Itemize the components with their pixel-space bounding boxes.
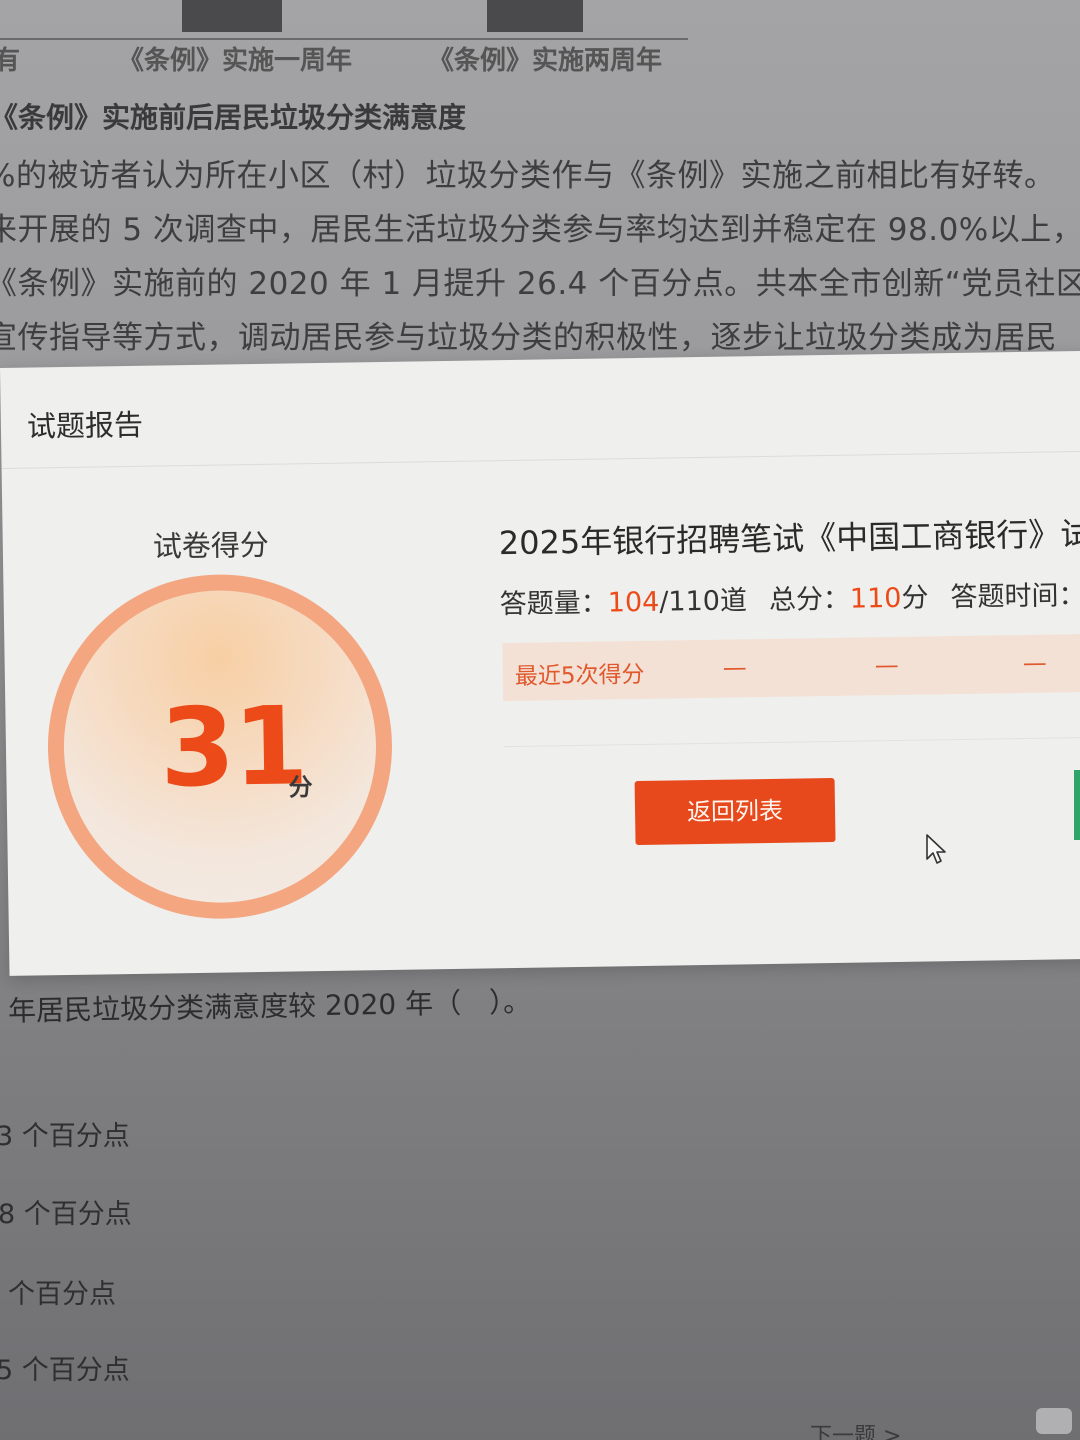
- recent-score-item: —: [874, 650, 899, 680]
- return-to-list-button[interactable]: 返回列表: [634, 777, 836, 846]
- answer-option[interactable]: 3 个百分点: [0, 1114, 130, 1153]
- answer-option[interactable]: 个百分点: [8, 1272, 116, 1311]
- exam-title: 2025年银行招聘笔试《中国工商银行》试题: [498, 514, 1080, 563]
- watermark-logo: [1036, 1408, 1072, 1434]
- score-value: 31: [159, 684, 308, 812]
- paragraph-line: 来开展的 5 次调查中，居民生活垃圾分类参与率均达到并稳定在 98.0%以上，: [0, 212, 1080, 248]
- total-score-label: 总分：: [768, 583, 851, 616]
- chart-bar: [487, 0, 583, 32]
- score-circle-inner: 31 分: [61, 588, 379, 906]
- time-label: 答题时间：: [950, 579, 1080, 614]
- paragraph-line: %的被访者认为所在小区（村）垃圾分类作与《条例》实施之前相比有好转。: [0, 158, 1056, 194]
- chart-axis-label: 《条例》实施一周年: [118, 46, 353, 76]
- answer-option[interactable]: 5 个百分点: [0, 1348, 130, 1387]
- score-circle: 31 分: [45, 571, 395, 922]
- question-text: 年居民垃圾分类满意度较 2020 年（ ）。: [7, 985, 532, 1028]
- total-score: 110: [849, 582, 902, 615]
- recent-scores-row: 最近5次得分 — — —: [502, 633, 1080, 702]
- recent-score-item: —: [1022, 648, 1047, 677]
- next-question-link[interactable]: 下一题 >: [810, 1418, 901, 1440]
- recent-score-item: —: [722, 653, 748, 682]
- total-score-unit: 分: [901, 582, 929, 614]
- divider: [504, 736, 1080, 748]
- modal-header: 试题报告: [0, 350, 1080, 469]
- side-panel-edge: [1074, 770, 1080, 840]
- score-label: 试卷得分: [152, 527, 270, 564]
- answer-option[interactable]: 8 个百分点: [0, 1192, 132, 1231]
- chart-title: 《条例》实施前后居民垃圾分类满意度: [0, 101, 467, 134]
- paragraph-line: 宣传指导等方式，调动居民参与垃圾分类的积极性，逐步让垃圾分类成为居民: [0, 320, 1057, 356]
- screen: 有 《条例》实施一周年 《条例》实施两周年 《条例》实施前后居民垃圾分类满意度 …: [0, 0, 1080, 1440]
- chart-axis-label: 《条例》实施两周年: [428, 46, 663, 76]
- recent-scores-label: 最近5次得分: [514, 661, 645, 690]
- score-unit: 分: [288, 773, 313, 802]
- chart-bar: [182, 0, 282, 32]
- mouse-cursor-icon: [926, 834, 946, 864]
- total-questions: /110道: [659, 585, 748, 618]
- chart-axis-label: 有: [0, 46, 21, 76]
- modal-title: 试题报告: [26, 407, 144, 444]
- paragraph-line: 《条例》实施前的 2020 年 1 月提升 26.4 个百分点。共本全市创新“党…: [0, 266, 1080, 302]
- answered-label: 答题量：: [499, 587, 609, 621]
- answered-count: 104: [607, 586, 660, 619]
- report-modal: 试题报告 试卷得分 31 分 2025年银行招聘笔试《中国工商银行》试题 答题量…: [0, 350, 1080, 976]
- exam-stats: 答题量：104/110道总分：110分答题时间：3: [499, 573, 1080, 621]
